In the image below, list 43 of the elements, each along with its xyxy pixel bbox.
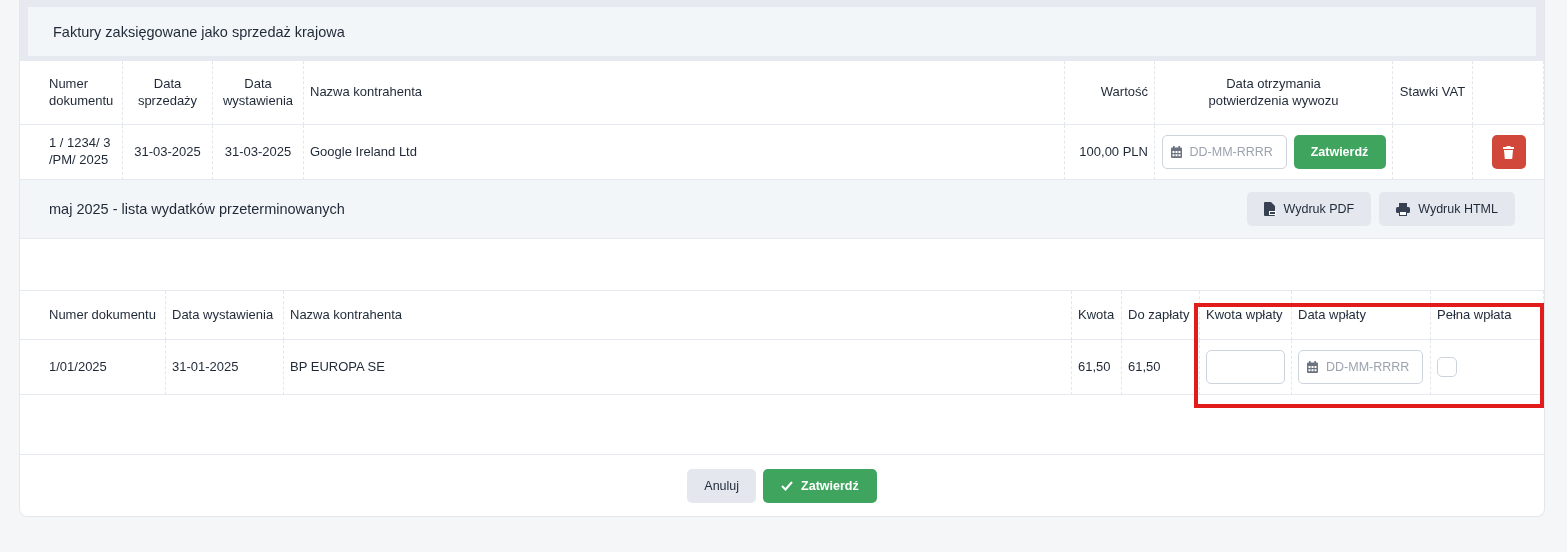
table-cell: 31-03-2025 [224, 143, 292, 161]
column-header: Kwota wpłaty [1206, 306, 1283, 324]
printer-icon [1396, 202, 1411, 216]
amount-field[interactable] [1206, 350, 1285, 384]
confirm-button[interactable]: Zatwierdź [763, 469, 877, 503]
table-cell: Google Ireland Ltd [310, 143, 417, 161]
column-header: Wartość [1100, 84, 1148, 101]
table-cell: 1/01/2025 [49, 358, 107, 376]
table-cell: 31-03-2025 [134, 143, 201, 161]
html-print-button[interactable]: Wydruk HTML [1379, 192, 1515, 226]
column-header: Nazwa kontrahenta [290, 306, 402, 324]
pdf-print-button[interactable]: Wydruk PDF [1246, 192, 1372, 226]
column-header: Kwota [1078, 306, 1115, 324]
column-header: Data otrzymania potwierdzenia wywozu [1207, 75, 1340, 110]
table-cell: BP EUROPA SE [290, 358, 385, 376]
pdf-file-icon [1263, 202, 1276, 216]
check-icon [781, 481, 794, 491]
column-header: Nazwa kontrahenta [310, 84, 422, 101]
column-header: Do zapłaty [1128, 306, 1190, 324]
column-header: Data wystawienia [172, 306, 274, 324]
column-header: Data wystawienia [221, 75, 295, 110]
delete-button[interactable] [1491, 135, 1526, 169]
confirm-button[interactable]: Zatwierdź [1293, 135, 1386, 169]
column-header: Pełna wpłata [1437, 306, 1512, 324]
column-header: Data wpłaty [1298, 306, 1366, 324]
column-header: Numer dokumentu [49, 306, 156, 324]
table-cell-text: 1 / 1234/ 3 /PM/ 2025 [49, 135, 112, 169]
table-cell: 61,50 [1128, 358, 1161, 376]
column-header: Data sprzedaży [136, 75, 199, 110]
table-cell: 100,00 PLN [1079, 143, 1148, 161]
cancel-button[interactable]: Anuluj [687, 469, 757, 503]
table-cell: 31-01-2025 [172, 358, 239, 376]
section-title: Faktury zaksięgowane jako sprzedaż krajowa [53, 23, 345, 40]
column-header: Stawki VAT [1399, 84, 1466, 101]
section-title: maj 2025 - lista wydatków przeterminowanych [49, 201, 345, 217]
full-payment-checkbox[interactable] [1437, 357, 1457, 377]
date-field[interactable]: DD-MM-RRRR [1161, 135, 1287, 169]
trash-icon [1503, 145, 1514, 159]
column-header: Numer dokumentu [49, 75, 115, 110]
table-cell: 61,50 [1078, 358, 1111, 376]
calendar-icon [1307, 361, 1318, 373]
calendar-icon [1170, 146, 1182, 158]
date-field[interactable]: DD-MM-RRRR [1298, 350, 1423, 384]
